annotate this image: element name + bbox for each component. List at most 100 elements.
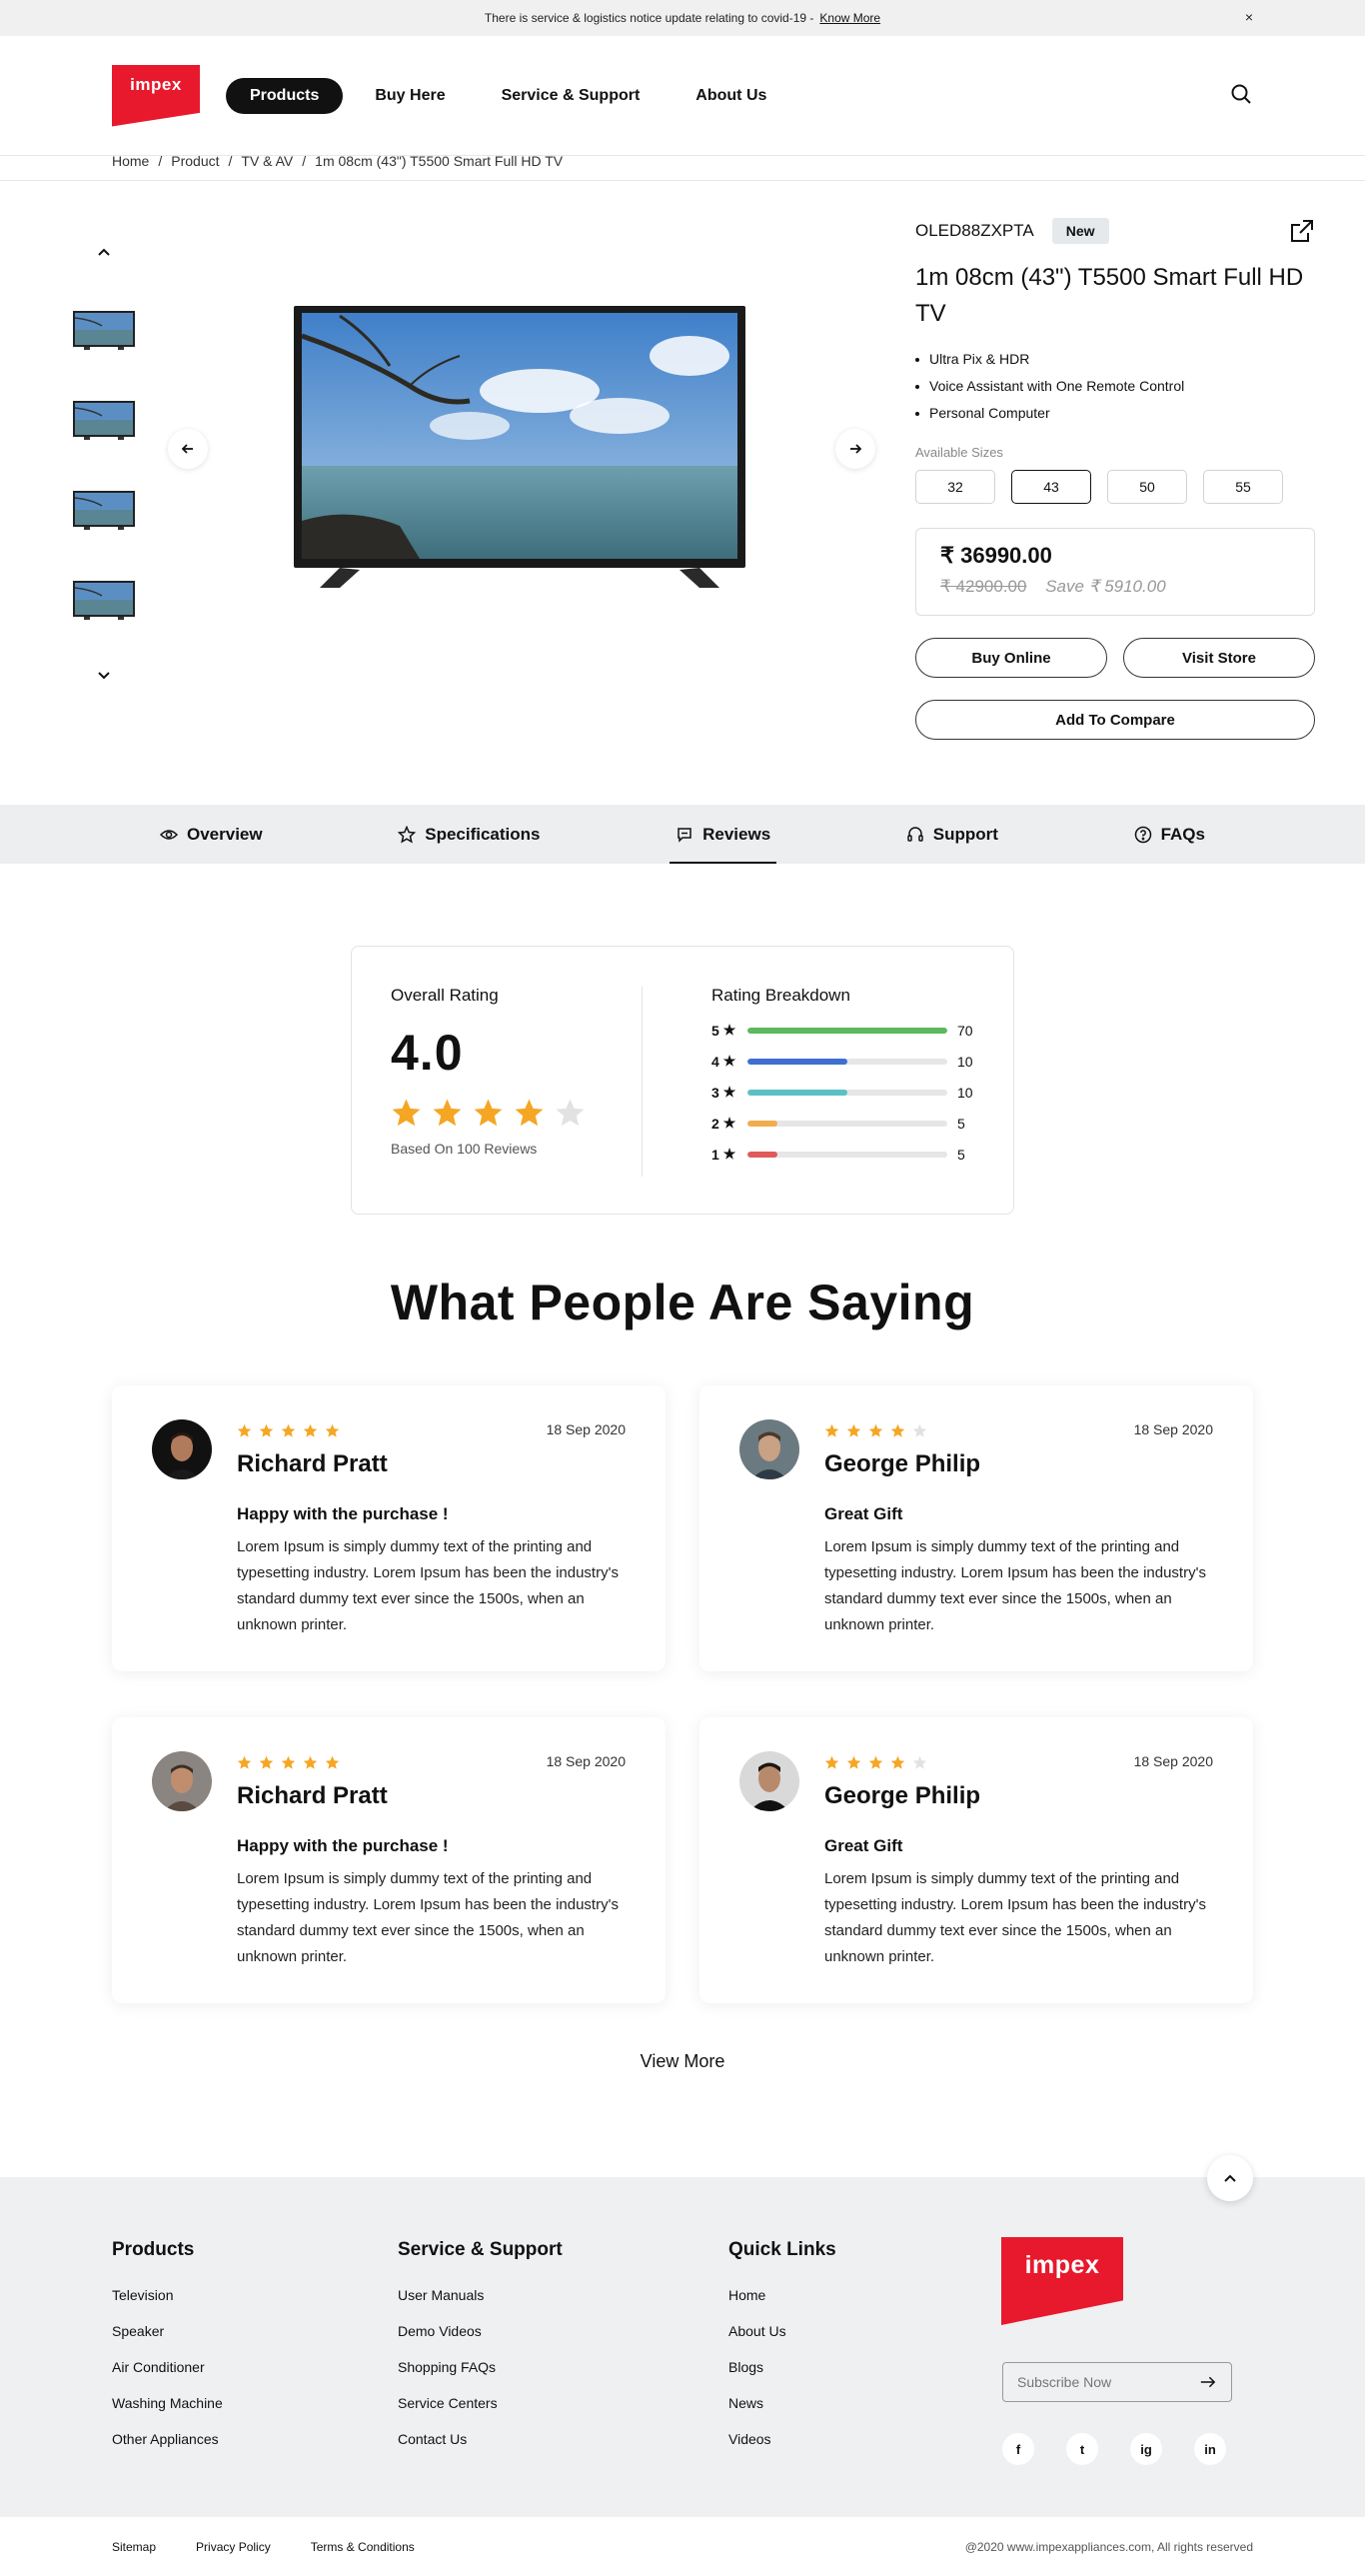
tab-overview[interactable]: Overview [154,805,269,864]
footer-heading: Quick Links [728,2239,836,2260]
footer-link-air-conditioner[interactable]: Air Conditioner [112,2359,223,2375]
footer-heading: Products [112,2239,195,2260]
review-headline: Happy with the purchase ! [237,1504,449,1523]
review-date: 18 Sep 2020 [1133,1753,1213,1769]
discount-row: ₹ 42900.00 Save ₹ 5910.00 [940,577,1290,597]
share-icon[interactable] [1289,218,1315,244]
footer-link-shopping-faqs[interactable]: Shopping FAQs [398,2359,563,2375]
arrow-left-icon [181,444,193,454]
section-title: What People Are Saying [390,1275,975,1330]
review-headline: Great Gift [824,1504,903,1523]
nav-buy-here[interactable]: Buy Here [351,78,469,114]
size-option-32[interactable]: 32 [915,470,995,504]
current-price: ₹ 36990.00 [940,543,1052,568]
savings: Save ₹ 5910.00 [1045,577,1166,596]
nav-about-us[interactable]: About Us [672,78,790,114]
footer-link-television[interactable]: Television [112,2287,223,2303]
star-icon: ★ [722,1115,736,1131]
footer-link-home[interactable]: Home [728,2287,836,2303]
overall-stars [391,1098,586,1129]
next-image-button[interactable] [835,429,875,469]
tab-label: Support [932,824,998,844]
visit-store-button[interactable]: Visit Store [1123,638,1315,678]
breakdown-row: 3 ★ 10 [711,1077,977,1108]
breakdown-count: 10 [957,1084,973,1101]
review-date: 18 Sep 2020 [546,1753,626,1769]
review-body: 18 Sep 2020 Richard Pratt Happy with the… [237,1753,626,1970]
footer-link-blogs[interactable]: Blogs [728,2359,836,2375]
tab-faqs[interactable]: FAQs [1128,805,1211,864]
linkedin-icon[interactable]: in [1194,2433,1226,2465]
close-icon[interactable]: × [1245,9,1253,25]
tab-support[interactable]: Support [900,805,1004,864]
tab-label: Specifications [425,824,541,844]
overall-rating-label: Overall Rating [391,986,499,1005]
star-icon: ★ [722,1053,736,1069]
breakdown-star-number: 5 [711,1022,719,1039]
headset-icon [907,826,923,842]
size-option-50[interactable]: 50 [1107,470,1187,504]
size-option-43[interactable]: 43 [1011,470,1091,504]
subscribe-input[interactable] [1017,2374,1198,2390]
arrow-right-icon[interactable] [1198,2372,1217,2392]
footer-link-washing-machine[interactable]: Washing Machine [112,2395,223,2411]
breakdown-star-label: 3 ★ [711,1084,735,1101]
footer-link-user-manuals[interactable]: User Manuals [398,2287,563,2303]
nav-service-support[interactable]: Service & Support [478,78,665,114]
footer-link-about-us[interactable]: About Us [728,2323,836,2339]
breakdown-star-label: 4 ★ [711,1053,736,1070]
know-more-link[interactable]: Know More [819,11,880,25]
review-text: Lorem Ipsum is simply dummy text of the … [824,1870,1206,1965]
star-filled-icon [474,1099,503,1127]
buy-online-button[interactable]: Buy Online [915,638,1107,678]
thumbnail[interactable] [72,578,136,622]
star-filled-icon [303,1755,318,1769]
footer-link-speaker[interactable]: Speaker [112,2323,223,2339]
nav-products[interactable]: Products [226,77,344,114]
star-filled-icon [259,1755,274,1769]
breakdown-bar-fill [747,1151,777,1158]
eye-icon [160,829,178,840]
chevron-down-icon[interactable] [94,666,114,686]
twitter-icon[interactable]: t [1066,2433,1098,2465]
reviewer-name: Richard Pratt [237,1782,388,1809]
footer-link-videos[interactable]: Videos [728,2431,836,2447]
footer-link-other-appliances[interactable]: Other Appliances [112,2431,223,2447]
instagram-icon[interactable]: ig [1130,2433,1162,2465]
size-option-55[interactable]: 55 [1203,470,1283,504]
privacy-policy-link[interactable]: Privacy Policy [196,2540,271,2554]
thumbnail[interactable] [72,398,136,442]
review-card: 18 Sep 2020 George Philip Great Gift Lor… [699,1385,1253,1671]
tab-specifications[interactable]: Specifications [392,805,546,864]
footer-link-news[interactable]: News [728,2395,836,2411]
back-to-top-button[interactable] [1207,2155,1253,2201]
breadcrumb-product[interactable]: Product [171,153,219,169]
model-row: OLED88ZXPTA New [915,218,1315,244]
footer-link-service-centers[interactable]: Service Centers [398,2395,563,2411]
footer-link-contact-us[interactable]: Contact Us [398,2431,563,2447]
breadcrumb-home[interactable]: Home [112,153,149,169]
feature-item: Voice Assistant with One Remote Control [915,373,1315,400]
breakdown-bar [747,1058,947,1065]
footer-link-demo-videos[interactable]: Demo Videos [398,2323,563,2339]
breadcrumb-separator: / [302,152,307,169]
facebook-icon[interactable]: f [1002,2433,1034,2465]
chevron-up-icon[interactable] [94,242,114,262]
thumbnail[interactable] [72,308,136,352]
sitemap-link[interactable]: Sitemap [112,2540,156,2554]
add-to-compare-button[interactable]: Add To Compare [915,700,1315,740]
search-icon[interactable] [1229,82,1253,106]
feature-item: Personal Computer [915,400,1315,427]
breakdown-star-label: 2 ★ [711,1115,736,1132]
thumbnail[interactable] [72,488,136,532]
review-count: Based On 100 Reviews [391,1141,538,1157]
footer-logo[interactable]: impex [1001,2237,1123,2325]
terms-link[interactable]: Terms & Conditions [311,2540,415,2554]
logo[interactable]: impex [112,64,200,127]
breadcrumb-tv-av[interactable]: TV & AV [241,153,293,169]
star-filled-icon [237,1755,252,1769]
tab-label: FAQs [1160,824,1205,844]
view-more-link[interactable]: View More [0,2051,1365,2072]
prev-image-button[interactable] [168,429,208,469]
tab-reviews[interactable]: Reviews [670,805,777,864]
